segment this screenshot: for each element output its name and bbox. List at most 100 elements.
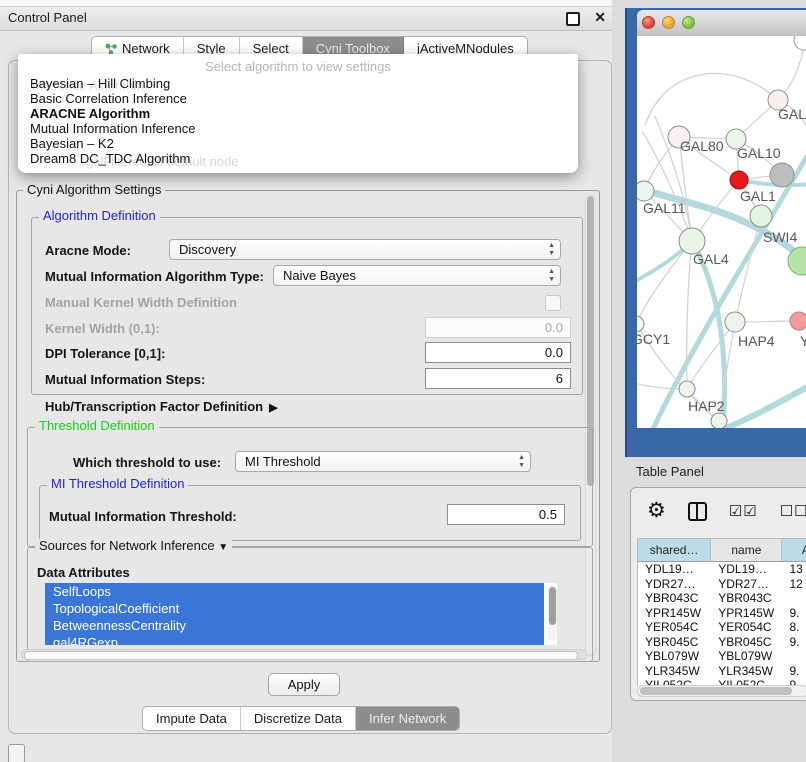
dropdown-item[interactable]: Dream8 DC_TDC Algorithm: [18, 151, 578, 166]
dropdown-item[interactable]: ARACNE Algorithm: [18, 106, 578, 121]
bottom-tab-discretize-data[interactable]: Discretize Data: [241, 707, 356, 730]
table-panel-window: ⚙ ☑☑ ☐☐ shared…nameA YDL19…YDL19…13YDR27…: [630, 487, 806, 701]
expand-down-icon: ▼: [218, 542, 228, 553]
node-label: GAL: [778, 106, 806, 122]
scrollbar-thumb[interactable]: [24, 651, 578, 660]
dpi-tolerance-label: DPI Tolerance [0,1]:: [45, 346, 165, 361]
settings-horizontal-scrollbar[interactable]: [21, 649, 587, 660]
zoom-traffic-light-icon[interactable]: [682, 16, 695, 29]
gear-icon[interactable]: ⚙: [647, 500, 666, 522]
table-header-row: shared…nameA: [638, 539, 806, 562]
control-panel-header: Control Panel ✕: [0, 7, 620, 31]
mi-algorithm-type-select[interactable]: Naive Bayes ▲▼: [273, 265, 561, 286]
table-cell: YER054C: [638, 620, 711, 635]
network-node[interactable]: [730, 171, 748, 189]
attributes-scrollbar[interactable]: [548, 585, 557, 641]
scrollbar-thumb[interactable]: [640, 687, 792, 695]
node-label: GAL11: [643, 200, 686, 216]
dropdown-item[interactable]: Bayesian – K2: [18, 136, 578, 151]
dropdown-item-list: Bayesian – Hill ClimbingBasic Correlatio…: [18, 76, 578, 166]
aracne-mode-select[interactable]: Discovery ▲▼: [169, 239, 561, 260]
hub-definition-label: Hub/Transcription Factor Definition: [45, 399, 263, 414]
attribute-list-item[interactable]: SelfLoops: [45, 583, 544, 600]
apply-button[interactable]: Apply: [268, 673, 340, 696]
network-labels: GALGAL80GAL10GAL1GAL11SWI4GAL4GCY1HAP4YH…: [637, 106, 806, 414]
node-label: SWI4: [763, 229, 797, 245]
network-canvas[interactable]: GALGAL80GAL10GAL1GAL11SWI4GAL4GCY1HAP4YH…: [637, 36, 806, 428]
checked-boxes-icon[interactable]: ☑☑: [729, 502, 758, 520]
dropdown-item[interactable]: Mutual Information Inference: [18, 121, 578, 136]
network-node[interactable]: [679, 381, 695, 397]
table-row[interactable]: YBR043CYBR043C: [638, 591, 806, 606]
attribute-list-item[interactable]: BetweennessCentrality: [45, 617, 544, 634]
mi-threshold-group-title: MI Threshold Definition: [47, 477, 188, 491]
network-node[interactable]: [725, 312, 745, 332]
tab-label: Discretize Data: [254, 707, 342, 730]
table-cell: YDR27…: [711, 577, 782, 592]
manual-kernel-width-checkbox[interactable]: [545, 295, 561, 311]
dpi-tolerance-field[interactable]: 0.0: [425, 342, 571, 363]
network-node[interactable]: [711, 413, 727, 428]
application-window: Control Panel ✕ NetworkStyleSelectCyni T…: [0, 0, 806, 762]
table-cell: 9.: [782, 664, 806, 679]
table-horizontal-scrollbar[interactable]: [637, 685, 806, 697]
node-label: HAP4: [738, 333, 775, 349]
network-node[interactable]: [637, 316, 644, 332]
expand-right-icon: ▶: [269, 402, 277, 414]
which-threshold-select[interactable]: MI Threshold ▲▼: [235, 451, 531, 472]
dropdown-placeholder: Select algorithm to view settings: [18, 59, 578, 74]
table-row[interactable]: YBR045CYBR045C9.: [638, 635, 806, 650]
scrollbar-thumb[interactable]: [549, 587, 556, 625]
table-cell: YLR345W: [711, 664, 782, 679]
attribute-list-item[interactable]: TopologicalCoefficient: [45, 600, 544, 617]
mi-algorithm-type-label: Mutual Information Algorithm Type:: [45, 269, 264, 284]
dropdown-item[interactable]: Basic Correlation Inference: [18, 91, 578, 106]
docked-panel-icon[interactable]: [8, 744, 25, 762]
float-panel-icon[interactable]: [566, 12, 580, 26]
table-row[interactable]: YDR27…YDR27…12: [638, 577, 806, 592]
sources-group-title[interactable]: Sources for Network Inference ▼: [35, 539, 232, 555]
network-node[interactable]: [637, 181, 654, 201]
mi-threshold-label: Mutual Information Threshold:: [49, 509, 237, 524]
unchecked-boxes-icon[interactable]: ☐☐: [780, 502, 806, 520]
column-header[interactable]: name: [711, 539, 782, 561]
bottom-tab-infer-network[interactable]: Infer Network: [356, 707, 459, 730]
table-row[interactable]: YER054CYER054C8.: [638, 620, 806, 635]
network-node[interactable]: [770, 163, 794, 187]
table-cell: YPR145W: [711, 606, 782, 621]
minimize-traffic-light-icon[interactable]: [662, 16, 675, 29]
network-node[interactable]: [790, 312, 806, 330]
bottom-tab-impute-data[interactable]: Impute Data: [143, 707, 241, 730]
table-cell: YBR043C: [711, 591, 782, 606]
close-traffic-light-icon[interactable]: [642, 16, 655, 29]
table-cell: YBR045C: [638, 635, 711, 650]
kernel-width-field[interactable]: 0.0: [425, 317, 571, 338]
node-label: Y: [800, 333, 806, 349]
mi-threshold-field[interactable]: 0.5: [447, 504, 565, 525]
network-node[interactable]: [750, 205, 772, 227]
cyni-algorithm-settings-group: Cyni Algorithm Settings Algorithm Defini…: [16, 190, 600, 662]
table-row[interactable]: YBL079WYBL079W: [638, 649, 806, 664]
aracne-mode-value: Discovery: [179, 242, 236, 257]
network-node[interactable]: [794, 36, 806, 50]
dropdown-item[interactable]: Bayesian – Hill Climbing: [18, 76, 578, 91]
table-panel-title: Table Panel: [636, 464, 704, 479]
threshold-definition-title: Threshold Definition: [35, 419, 159, 433]
column-header[interactable]: A: [782, 539, 806, 561]
split-columns-icon[interactable]: [688, 502, 707, 521]
table-cell: YBR045C: [711, 635, 782, 650]
close-icon[interactable]: ✕: [594, 9, 606, 26]
network-window-titlebar[interactable]: [637, 10, 806, 37]
mi-steps-field[interactable]: 6: [425, 368, 571, 389]
column-header[interactable]: shared…: [638, 539, 711, 561]
table-cell: YBL079W: [638, 649, 711, 664]
attribute-list-item[interactable]: gal4RGexp: [45, 634, 544, 645]
table-row[interactable]: YLR345WYLR345W9.: [638, 664, 806, 679]
stepper-icon: ▲▼: [548, 268, 555, 284]
table-row[interactable]: YDL19…YDL19…13: [638, 562, 806, 577]
hub-definition-toggle[interactable]: Hub/Transcription Factor Definition ▶: [45, 399, 278, 414]
data-attributes-list[interactable]: SelfLoopsTopologicalCoefficientBetweenne…: [45, 583, 557, 645]
control-panel-title: Control Panel: [8, 10, 87, 25]
algorithm-definition-title: Algorithm Definition: [39, 209, 160, 223]
table-row[interactable]: YPR145WYPR145W9.: [638, 606, 806, 621]
